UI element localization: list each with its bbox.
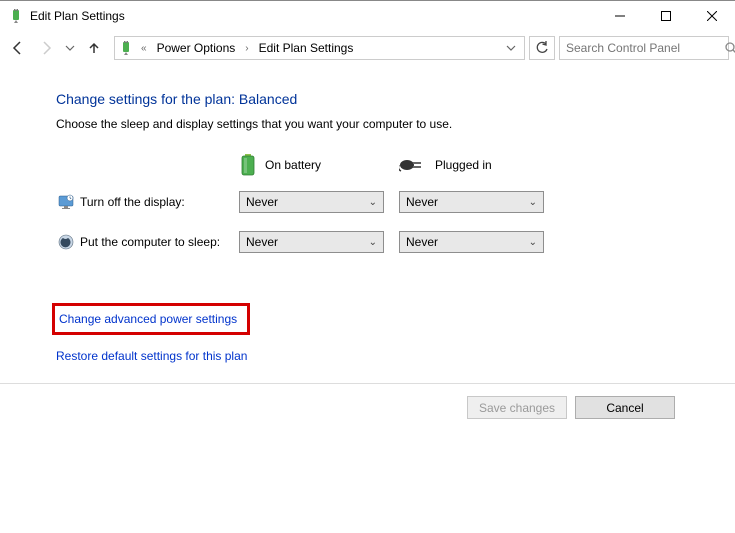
sleep-plugged-dropdown[interactable]: Never ⌄	[399, 231, 544, 253]
breadcrumb-sep: «	[137, 43, 151, 54]
battery-icon	[239, 153, 257, 177]
refresh-button[interactable]	[529, 36, 555, 60]
search-box[interactable]	[559, 36, 729, 60]
links-section: Change advanced power settings Restore d…	[56, 303, 725, 363]
chevron-right-icon[interactable]: ›	[241, 43, 252, 54]
address-dropdown-button[interactable]	[502, 43, 520, 53]
sleep-icon	[56, 234, 76, 250]
sleep-row: Put the computer to sleep: Never ⌄ Never…	[56, 231, 725, 253]
power-options-icon	[8, 8, 24, 24]
back-button[interactable]	[6, 36, 30, 60]
window-controls	[597, 1, 735, 31]
sleep-label: Put the computer to sleep:	[76, 235, 239, 249]
display-battery-dropdown[interactable]: Never ⌄	[239, 191, 384, 213]
column-headers: On battery Plugged in	[56, 153, 725, 177]
chevron-down-icon: ⌄	[369, 237, 377, 248]
plugged-in-label: Plugged in	[435, 158, 492, 172]
breadcrumb-power-options[interactable]: Power Options	[155, 41, 238, 55]
sleep-plugged-value: Never	[406, 235, 529, 249]
content-area: Change settings for the plan: Balanced C…	[0, 65, 735, 363]
display-plugged-dropdown[interactable]: Never ⌄	[399, 191, 544, 213]
plugged-in-header: Plugged in	[399, 157, 559, 173]
power-options-icon	[119, 41, 133, 55]
breadcrumb-edit-plan[interactable]: Edit Plan Settings	[257, 41, 356, 55]
buttons-row: Save changes Cancel	[0, 384, 735, 419]
display-battery-value: Never	[246, 195, 369, 209]
search-icon	[725, 42, 735, 55]
close-button[interactable]	[689, 1, 735, 31]
cancel-button-label: Cancel	[606, 401, 643, 415]
change-advanced-link[interactable]: Change advanced power settings	[59, 312, 237, 326]
titlebar: Edit Plan Settings	[0, 1, 735, 31]
chevron-down-icon: ⌄	[529, 197, 537, 208]
display-icon	[56, 194, 76, 210]
navigation-bar: « Power Options › Edit Plan Settings	[0, 31, 735, 65]
sleep-battery-value: Never	[246, 235, 369, 249]
up-button[interactable]	[82, 36, 106, 60]
display-plugged-value: Never	[406, 195, 529, 209]
save-button[interactable]: Save changes	[467, 396, 567, 419]
turn-off-display-label: Turn off the display:	[76, 195, 239, 209]
chevron-down-icon: ⌄	[529, 237, 537, 248]
sleep-battery-dropdown[interactable]: Never ⌄	[239, 231, 384, 253]
advanced-link-highlight: Change advanced power settings	[52, 303, 250, 335]
forward-button[interactable]	[34, 36, 58, 60]
plug-icon	[399, 157, 427, 173]
cancel-button[interactable]: Cancel	[575, 396, 675, 419]
restore-defaults-link[interactable]: Restore default settings for this plan	[56, 349, 247, 363]
search-input[interactable]	[566, 41, 721, 55]
save-button-label: Save changes	[479, 401, 555, 415]
address-bar[interactable]: « Power Options › Edit Plan Settings	[114, 36, 525, 60]
page-description: Choose the sleep and display settings th…	[56, 117, 725, 131]
window-title: Edit Plan Settings	[30, 9, 125, 23]
turn-off-display-row: Turn off the display: Never ⌄ Never ⌄	[56, 191, 725, 213]
on-battery-label: On battery	[265, 158, 321, 172]
chevron-down-icon: ⌄	[369, 197, 377, 208]
maximize-button[interactable]	[643, 1, 689, 31]
page-heading: Change settings for the plan: Balanced	[56, 91, 725, 107]
on-battery-header: On battery	[239, 153, 399, 177]
minimize-button[interactable]	[597, 1, 643, 31]
recent-locations-button[interactable]	[62, 36, 78, 60]
